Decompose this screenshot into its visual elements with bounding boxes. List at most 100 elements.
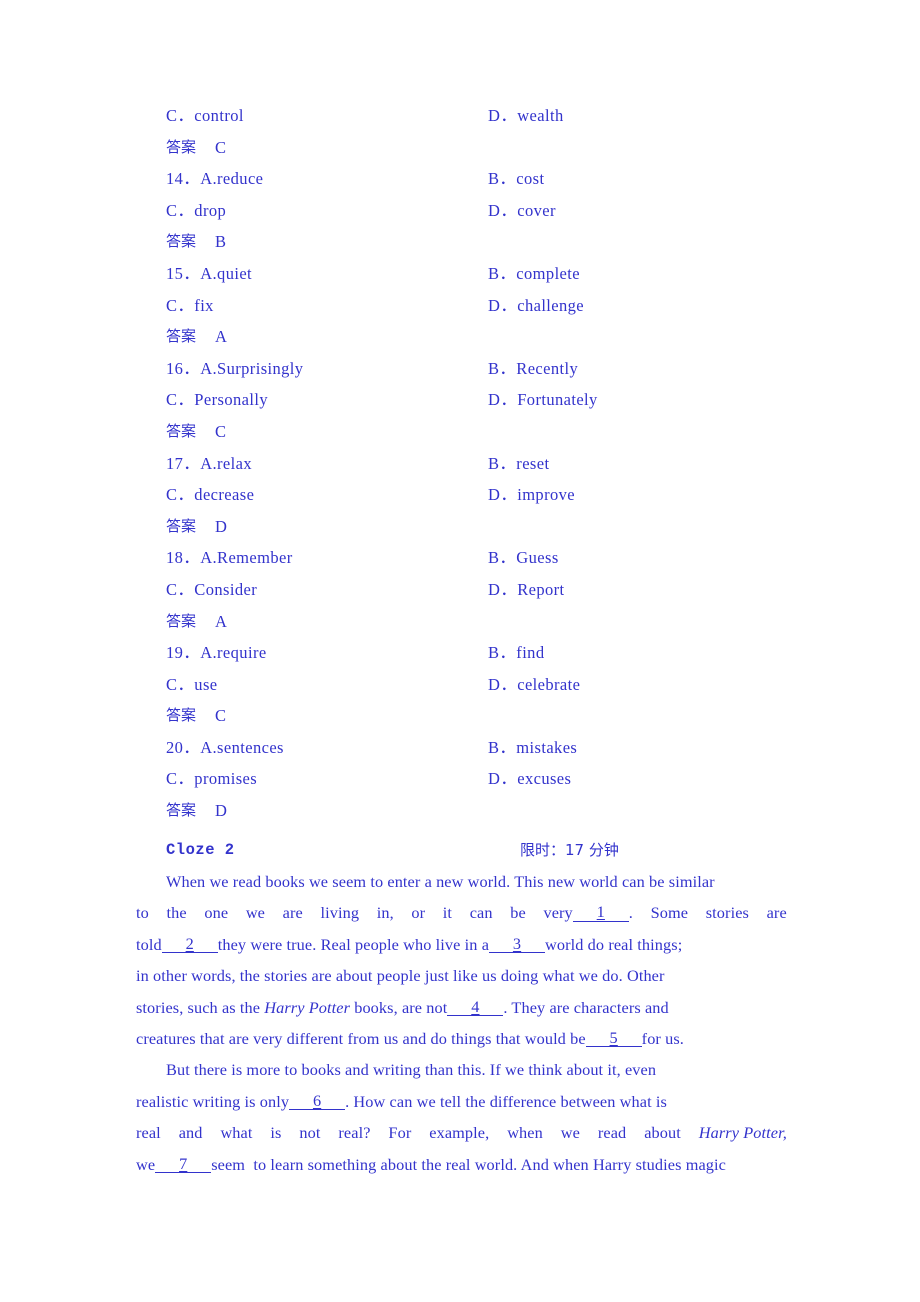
passage-text: for us.	[641, 1028, 684, 1048]
answer-row: 答案 C	[0, 700, 920, 732]
option-choice-left[interactable]: C．drop	[166, 195, 226, 227]
option-choice-left[interactable]: C．use	[166, 669, 218, 701]
passage-text: in,	[376, 903, 394, 923]
answer-value: C	[215, 137, 227, 157]
passage-text: can	[469, 903, 493, 923]
answer-row: 答案 D	[0, 795, 920, 827]
option-choice-left[interactable]: 17．A.relax	[166, 448, 252, 480]
cloze-blank-number: 4	[471, 996, 480, 1016]
option-choice-right[interactable]: B．Recently	[488, 353, 578, 385]
option-choice-right[interactable]: D．excuses	[488, 763, 571, 795]
option-choice-right[interactable]: B．mistakes	[488, 732, 577, 764]
cloze-blank[interactable]: 5	[585, 1029, 642, 1048]
passage-text: we	[560, 1123, 580, 1143]
option-choice-right[interactable]: D．Fortunately	[488, 384, 598, 416]
option-row: C．decrease D．improve	[0, 479, 920, 511]
option-choice-left[interactable]: 18．A.Remember	[166, 542, 293, 574]
option-choice-right[interactable]: D．improve	[488, 479, 575, 511]
passage-text: realistic writing is only	[136, 1091, 290, 1111]
passage-text: are	[282, 903, 303, 923]
option-row: 17．A.relax B．reset	[0, 448, 920, 480]
answer-label: 答案	[166, 421, 197, 440]
answer-row: 答案 A	[0, 321, 920, 353]
option-row: C．Personally D．Fortunately	[0, 384, 920, 416]
option-choice-left[interactable]: C．decrease	[166, 479, 254, 511]
option-choice-left[interactable]: C．Consider	[166, 574, 257, 606]
passage-text: stories, such as the	[136, 997, 265, 1017]
option-choice-right[interactable]: D．celebrate	[488, 669, 580, 701]
passage-text: the	[166, 903, 187, 923]
option-row: 20．A.sentences B．mistakes	[0, 732, 920, 764]
passage-line: to the one we are living in, or it can be very 1. Som…	[136, 897, 787, 928]
option-choice-left[interactable]: 20．A.sentences	[166, 732, 284, 764]
passage-text: living	[320, 903, 360, 923]
option-row: 16．A.Surprisingly B．Recently	[0, 353, 920, 385]
passage-text: real?	[338, 1123, 371, 1143]
cloze-blank-number: 1	[596, 902, 605, 922]
passage-text: we	[245, 903, 265, 923]
passage-text: it	[442, 903, 453, 923]
option-choice-right[interactable]: D．cover	[488, 195, 556, 227]
passage-line: stories, such as the Harry Potter books,…	[136, 992, 787, 1023]
answer-value: D	[215, 516, 228, 536]
option-choice-right[interactable]: B．cost	[488, 163, 544, 195]
passage-text: But there is more to books and writing t…	[166, 1060, 657, 1080]
cloze-blank[interactable]: 1	[572, 902, 629, 922]
option-choice-left[interactable]: C．Personally	[166, 384, 268, 416]
passage-text: For	[388, 1123, 412, 1143]
option-row: C．Consider D．Report	[0, 574, 920, 606]
option-choice-left[interactable]: 16．A.Surprisingly	[166, 353, 303, 385]
answer-value: C	[215, 706, 227, 726]
cloze-blank[interactable]: 4	[447, 996, 504, 1016]
passage-text: read	[597, 1123, 627, 1143]
cloze-passage: When we read books we seem to enter a ne…	[136, 866, 787, 1180]
passage-text: . They are characters and	[503, 997, 669, 1017]
option-row: C．use D．celebrate	[0, 669, 920, 701]
cloze-time-limit: 限时：17 分钟	[520, 841, 619, 859]
option-choice-right[interactable]: B．find	[488, 637, 544, 669]
option-row: 19．A.require B．find	[0, 637, 920, 669]
option-choice-right[interactable]: D．wealth	[488, 100, 564, 132]
passage-text: Some	[650, 903, 689, 923]
passage-text: When we read books we seem to enter a ne…	[166, 872, 715, 891]
option-choice-right[interactable]: B．complete	[488, 258, 580, 290]
answer-label: 答案	[166, 232, 197, 251]
option-row: 15．A.quiet B．complete	[0, 258, 920, 290]
option-choice-right[interactable]: D．challenge	[488, 290, 584, 322]
answer-label: 答案	[166, 801, 197, 820]
answer-row: 答案 A	[0, 606, 920, 638]
passage-line: real and what is not real? For example, when we re…	[136, 1117, 787, 1148]
answer-value: A	[215, 327, 228, 347]
option-choice-right[interactable]: D．Report	[488, 574, 565, 606]
option-choice-left[interactable]: C．fix	[166, 290, 214, 322]
passage-text: to	[136, 903, 149, 923]
document-page: C．control D．wealth 答案 C 14．A.reduce B．cost C．d…	[0, 0, 920, 1302]
passage-text: be	[510, 903, 526, 923]
option-choice-left[interactable]: 19．A.require	[166, 637, 267, 669]
option-choice-left[interactable]: 15．A.quiet	[166, 258, 252, 290]
cloze-blank[interactable]: 6	[289, 1092, 346, 1110]
passage-text: when	[507, 1123, 543, 1143]
passage-text: we	[136, 1154, 156, 1174]
passage-text: one	[204, 903, 229, 923]
option-row: C．drop D．cover	[0, 195, 920, 227]
passage-text: creatures that are very different from u…	[136, 1028, 586, 1048]
passage-text: told	[136, 934, 162, 954]
passage-text: .	[628, 903, 633, 923]
option-choice-right[interactable]: B．reset	[488, 448, 549, 480]
cloze-blank[interactable]: 7	[155, 1154, 212, 1173]
passage-line: we 7 seem to learn something about the rea…	[136, 1149, 787, 1180]
option-choice-left[interactable]: C．control	[166, 100, 244, 132]
passage-text: in other words, the stories are about pe…	[136, 966, 665, 986]
answer-row: 答案 C	[0, 132, 920, 164]
answer-value: B	[215, 232, 227, 252]
passage-text: they were true. Real people who live in …	[217, 934, 490, 954]
option-row: C．promises D．excuses	[0, 763, 920, 795]
cloze-blank[interactable]: 2	[161, 935, 218, 953]
cloze-blank[interactable]: 3	[489, 935, 546, 953]
passage-text: world do real things;	[545, 934, 683, 954]
option-choice-left[interactable]: 14．A.reduce	[166, 163, 263, 195]
option-choice-right[interactable]: B．Guess	[488, 542, 559, 574]
passage-text: very	[543, 903, 573, 923]
option-choice-left[interactable]: C．promises	[166, 763, 257, 795]
